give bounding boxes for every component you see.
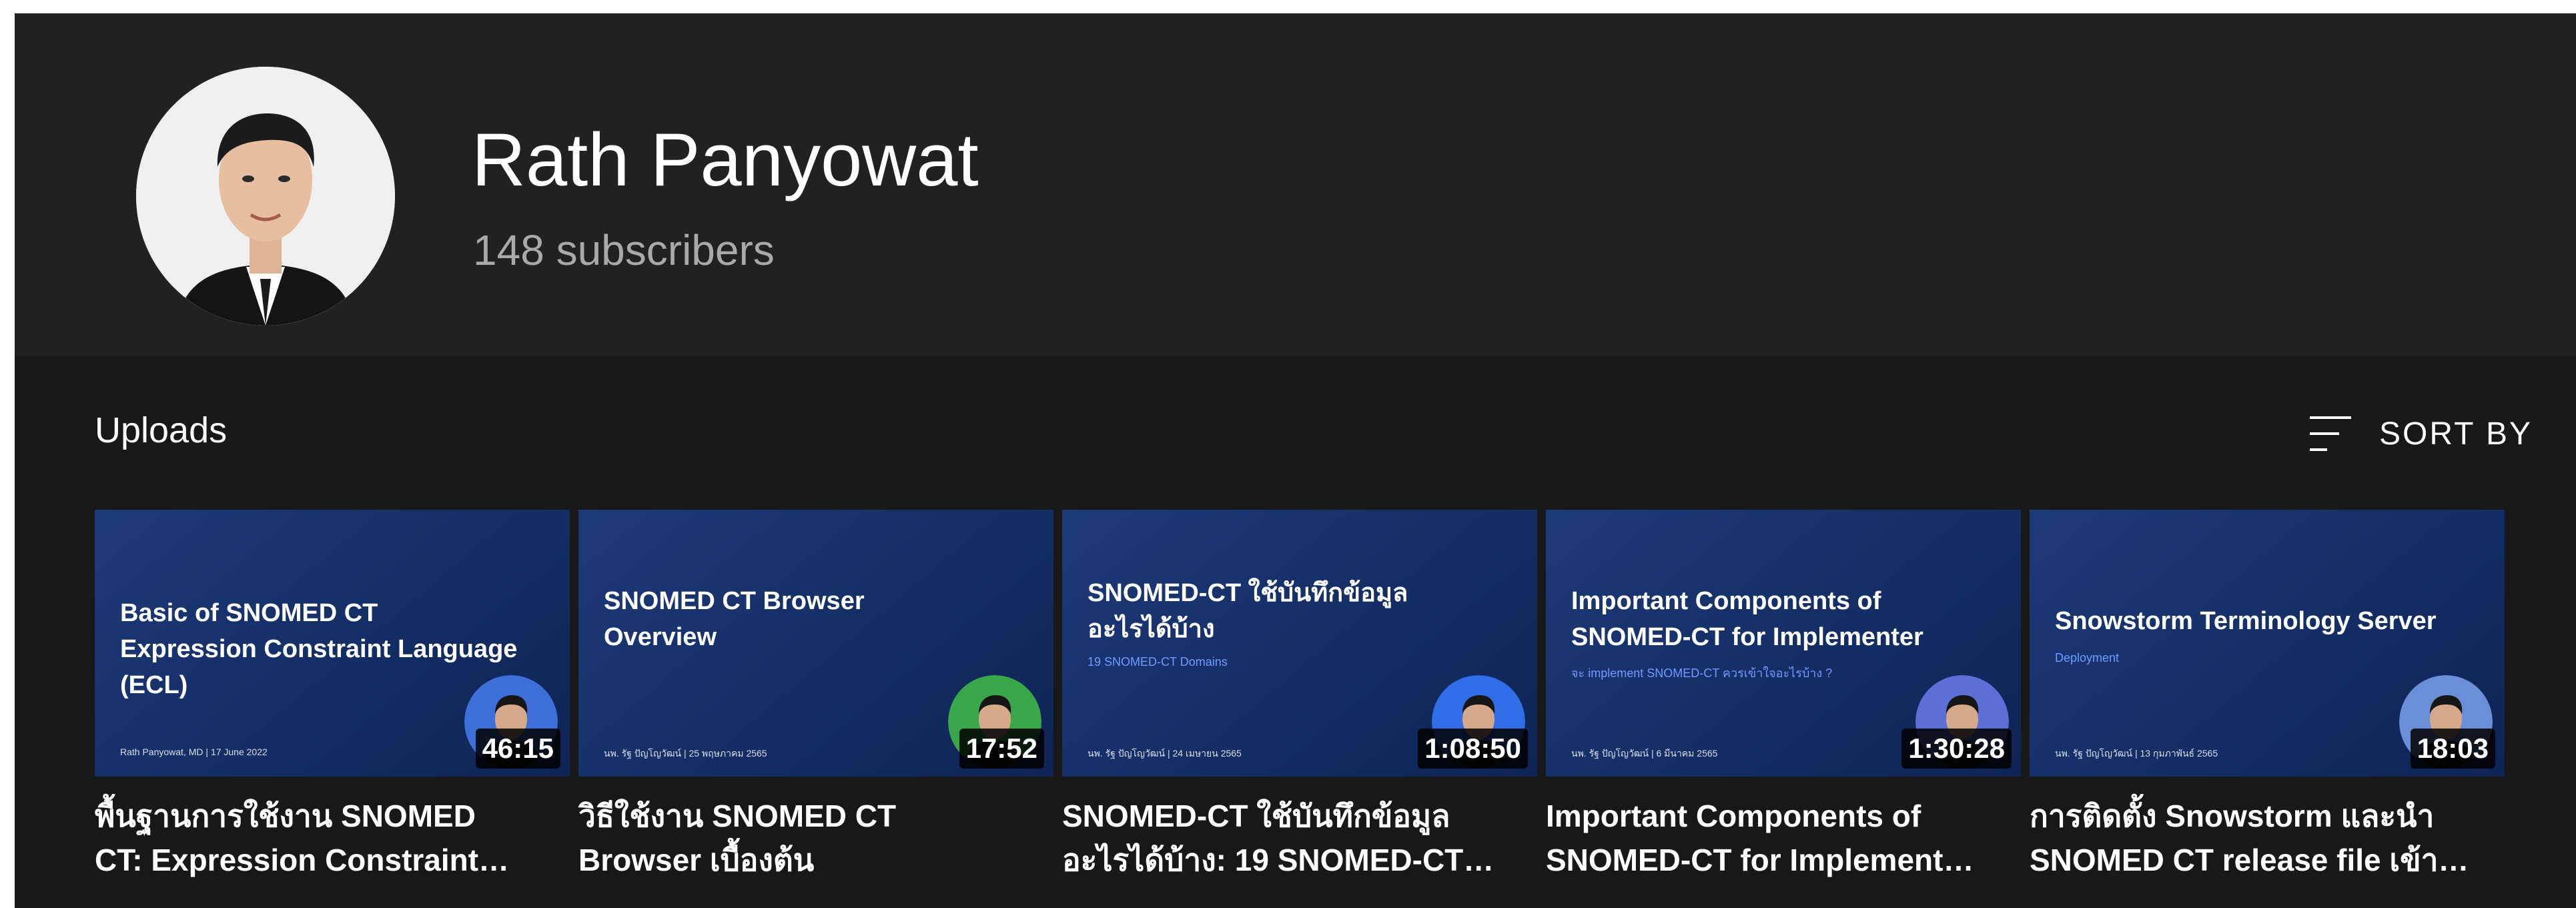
thumbnail-title: Important Components of SNOMED-CT for Im…: [1571, 587, 1923, 651]
thumbnail-footer: Rath Panyowat, MD | 17 June 2022: [120, 747, 268, 757]
uploads-heading[interactable]: Uploads: [95, 407, 227, 454]
sort-icon: [2310, 416, 2351, 451]
video-title[interactable]: พื้นฐานการใช้งาน SNOMED CT: Expression C…: [95, 794, 570, 882]
video-card[interactable]: Important Components of SNOMED-CT for Im…: [1546, 510, 2021, 882]
thumbnail-title: Snowstorm Terminology Server: [2055, 607, 2437, 635]
video-title[interactable]: การติดตั้ง Snowstorm และนำ SNOMED CT rel…: [2030, 794, 2505, 882]
thumbnail-footer: นพ. รัฐ ปัญโญวัฒน์ | 6 มีนาคม 2565: [1571, 748, 1718, 759]
thumbnail-title: SNOMED CT Browser Overview: [604, 587, 865, 651]
subscriber-count: 148 subscribers: [473, 226, 775, 274]
video-card[interactable]: Basic of SNOMED CT Expression Constraint…: [95, 510, 570, 882]
video-card[interactable]: SNOMED-CT ใช้บันทึกข้อมูล อะไรได้บ้าง 19…: [1062, 510, 1537, 882]
video-card[interactable]: Snowstorm Terminology Server Deployment …: [2030, 510, 2505, 882]
thumbnail-subtitle: Deployment: [2055, 651, 2120, 664]
channel-avatar[interactable]: [136, 67, 395, 326]
video-duration: 1:08:50: [1418, 729, 1528, 769]
video-thumbnail[interactable]: Basic of SNOMED CT Expression Constraint…: [95, 510, 570, 777]
video-thumbnail[interactable]: SNOMED CT Browser Overview นพ. รัฐ ปัญโญ…: [578, 510, 1053, 777]
video-card[interactable]: SNOMED CT Browser Overview นพ. รัฐ ปัญโญ…: [578, 510, 1053, 882]
sort-by-label: SORT BY: [2379, 416, 2533, 452]
thumbnail-footer: นพ. รัฐ ปัญโญวัฒน์ | 24 เมษายน 2565: [1088, 748, 1242, 759]
video-title[interactable]: วิธีใช้งาน SNOMED CT Browser เบื้องต้น: [578, 794, 1053, 882]
thumbnail-footer: นพ. รัฐ ปัญโญวัฒน์ | 25 พฤษภาคม 2565: [604, 748, 767, 759]
video-thumbnail[interactable]: Important Components of SNOMED-CT for Im…: [1546, 510, 2021, 777]
video-thumbnail[interactable]: Snowstorm Terminology Server Deployment …: [2030, 510, 2505, 777]
video-duration: 18:03: [2410, 729, 2495, 769]
thumbnail-subtitle: จะ implement SNOMED-CT ควรเข้าใจอะไรบ้าง…: [1571, 666, 1833, 680]
video-duration: 17:52: [959, 729, 1044, 769]
video-duration: 46:15: [475, 729, 560, 769]
thumbnail-title: SNOMED-CT ใช้บันทึกข้อมูล อะไรได้บ้าง: [1088, 579, 1408, 643]
video-thumbnail[interactable]: SNOMED-CT ใช้บันทึกข้อมูล อะไรได้บ้าง 19…: [1062, 510, 1537, 777]
person-avatar-icon: [136, 67, 395, 326]
thumbnail-footer: นพ. รัฐ ปัญโญวัฒน์ | 13 กุมภาพันธ์ 2565: [2055, 748, 2218, 759]
sort-by-button[interactable]: SORT BY: [2310, 407, 2533, 460]
video-title[interactable]: SNOMED-CT ใช้บันทึกข้อมูล อะไรได้บ้าง: 1…: [1062, 794, 1537, 882]
channel-header: Rath Panyowat 148 subscribers: [15, 13, 2576, 356]
channel-page: Rath Panyowat 148 subscribers Uploads SO…: [15, 13, 2576, 908]
video-duration: 1:30:28: [1901, 729, 2012, 769]
video-title[interactable]: Important Components of SNOMED-CT for Im…: [1546, 794, 2021, 882]
thumbnail-subtitle: 19 SNOMED-CT Domains: [1088, 655, 1228, 668]
channel-name: Rath Panyowat: [472, 118, 979, 201]
